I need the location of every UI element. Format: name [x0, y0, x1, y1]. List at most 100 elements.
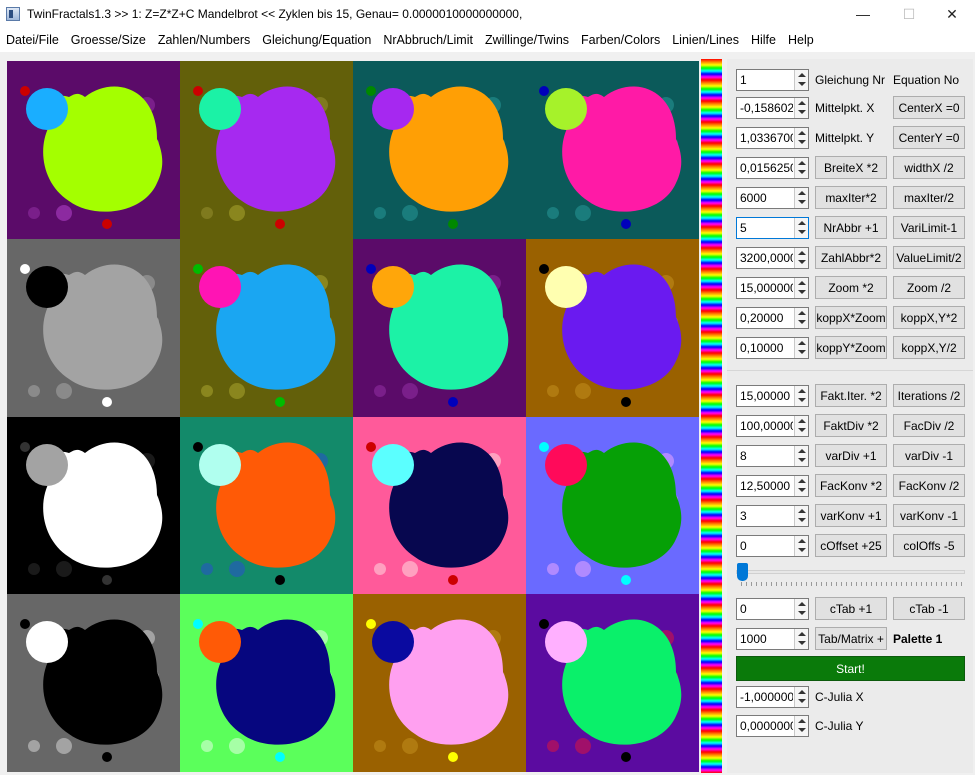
koppx-zoom-button[interactable]: koppX*Zoom — [815, 306, 887, 329]
fractal-canvas[interactable] — [7, 61, 699, 772]
coffset-plus-button[interactable]: cOffset +25 — [815, 534, 887, 557]
fractal-tile[interactable] — [526, 238, 699, 417]
maxiter-double-button[interactable]: maxIter*2 — [815, 186, 887, 209]
equation-spinbox[interactable]: 1 — [736, 69, 809, 91]
minimize-button[interactable]: — — [840, 0, 886, 28]
ctab-plus-button[interactable]: cTab +1 — [815, 597, 887, 620]
app-icon — [6, 7, 20, 21]
centery-zero-button[interactable]: CenterY =0 — [893, 126, 965, 149]
maximize-button[interactable]: ☐ — [886, 0, 932, 28]
close-button[interactable]: ✕ — [929, 0, 975, 28]
fractal-dot — [229, 382, 245, 399]
faktiter-spinbox[interactable]: 15,00000 — [736, 385, 809, 407]
menu-gleichung[interactable]: Gleichung/Equation — [256, 33, 377, 47]
nrabbr-plus-button[interactable]: NrAbbr +1 — [815, 216, 887, 239]
coffset-spinbox[interactable]: 0 — [736, 535, 809, 557]
fractal-tile[interactable] — [180, 238, 353, 417]
menu-groesse[interactable]: Groesse/Size — [65, 33, 152, 47]
faktdiv-double-button[interactable]: FaktDiv *2 — [815, 414, 887, 437]
centerx-spinbox[interactable]: -0,158602( — [736, 97, 809, 119]
tabmatrix-spinbox[interactable]: 1000 — [736, 628, 809, 650]
fractal-tile[interactable] — [180, 416, 353, 595]
menu-hilfe[interactable]: Hilfe — [745, 33, 782, 47]
maxiter-half-button[interactable]: maxIter/2 — [893, 186, 965, 209]
menu-zahlen[interactable]: Zahlen/Numbers — [152, 33, 256, 47]
fractal-dot — [56, 738, 72, 755]
menu-zwillinge[interactable]: Zwillinge/Twins — [479, 33, 575, 47]
iterations-half-button[interactable]: Iterations /2 — [893, 384, 965, 407]
ctab-minus-button[interactable]: cTab -1 — [893, 597, 965, 620]
fractal-tile[interactable] — [526, 61, 699, 239]
cjuliax-spinbox[interactable]: -1,000000( — [736, 686, 809, 708]
facdiv-half-button[interactable]: FacDiv /2 — [893, 414, 965, 437]
breitex-double-button[interactable]: BreiteX *2 — [815, 156, 887, 179]
fractal-dot — [547, 562, 559, 575]
vardiv-spinbox[interactable]: 8 — [736, 445, 809, 467]
fractal-tile[interactable] — [526, 594, 699, 772]
faktiter-double-button[interactable]: Fakt.Iter. *2 — [815, 384, 887, 407]
menu-nrabbruch[interactable]: NrAbbruch/Limit — [377, 33, 479, 47]
faktdiv-spinbox[interactable]: 100,00000 — [736, 415, 809, 437]
fackonv-half-button[interactable]: FacKonv /2 — [893, 474, 965, 497]
nrabbr-spinbox[interactable]: 5 — [736, 217, 809, 239]
centerx-zero-button[interactable]: CenterX =0 — [893, 96, 965, 119]
fractal-bulb — [545, 88, 587, 130]
fractal-tile[interactable] — [180, 61, 353, 239]
color-offset-slider-thumb[interactable] — [737, 563, 748, 581]
koppy-value: 0,10000 — [740, 341, 784, 355]
fackonv-double-button[interactable]: FacKonv *2 — [815, 474, 887, 497]
tabmatrix-plus-button[interactable]: Tab/Matrix + — [815, 627, 887, 650]
menu-datei[interactable]: Datei/File — [0, 33, 65, 47]
zahlabbr-value: 3200,00000 — [740, 251, 793, 265]
color-offset-slider-track[interactable] — [736, 570, 965, 574]
maxiter-spinbox[interactable]: 6000 — [736, 187, 809, 209]
tabmatrix-value: 1000 — [740, 632, 767, 646]
fractal-tile[interactable] — [7, 61, 180, 239]
vardiv-plus-button[interactable]: varDiv +1 — [815, 444, 887, 467]
koppy-spinbox[interactable]: 0,10000 — [736, 337, 809, 359]
fractal-tile[interactable] — [7, 238, 180, 417]
koppxy-half-button[interactable]: koppX,Y/2 — [893, 336, 965, 359]
zahlabbr-double-button[interactable]: ZahlAbbr*2 — [815, 246, 887, 269]
fractal-tile[interactable] — [353, 594, 526, 772]
fractal-dot — [193, 619, 203, 630]
widthx-half-button[interactable]: widthX /2 — [893, 156, 965, 179]
fractal-tile[interactable] — [7, 594, 180, 772]
coloffs-minus-button[interactable]: colOffs -5 — [893, 534, 965, 557]
koppx-spinbox[interactable]: 0,20000 — [736, 307, 809, 329]
valuelimit-half-button[interactable]: ValueLimit/2 — [893, 246, 965, 269]
ctab-spinbox[interactable]: 0 — [736, 598, 809, 620]
zoom-spinbox[interactable]: 15,000000 — [736, 277, 809, 299]
varilimit-minus-button[interactable]: VariLimit-1 — [893, 216, 965, 239]
varkonv-minus-button[interactable]: varKonv -1 — [893, 504, 965, 527]
vardiv-minus-button[interactable]: varDiv -1 — [893, 444, 965, 467]
koppxy-double-button[interactable]: koppX,Y*2 — [893, 306, 965, 329]
spin-arrows[interactable] — [794, 70, 808, 90]
fractal-tile[interactable] — [353, 416, 526, 595]
varkonv-plus-button[interactable]: varKonv +1 — [815, 504, 887, 527]
fractal-tile[interactable] — [7, 416, 180, 595]
cjuliay-spinbox[interactable]: 0,0000000( — [736, 715, 809, 737]
fractal-tile[interactable] — [353, 61, 526, 239]
fractal-tile[interactable] — [353, 238, 526, 417]
menu-help[interactable]: Help — [782, 33, 820, 47]
varkonv-spinbox[interactable]: 3 — [736, 505, 809, 527]
fractal-dot — [275, 752, 285, 763]
fractal-tile[interactable] — [180, 594, 353, 772]
menu-linien[interactable]: Linien/Lines — [666, 33, 745, 47]
fackonv-spinbox[interactable]: 12,50000 — [736, 475, 809, 497]
fractal-tile[interactable] — [526, 416, 699, 595]
start-button[interactable]: Start! — [736, 656, 965, 681]
zahlabbr-spinbox[interactable]: 3200,00000 — [736, 247, 809, 269]
fractal-dot — [448, 219, 458, 229]
zoom-half-button[interactable]: Zoom /2 — [893, 276, 965, 299]
centery-spinbox[interactable]: 1,0336700 — [736, 127, 809, 149]
fractal-dot — [20, 441, 30, 452]
zoom-double-button[interactable]: Zoom *2 — [815, 276, 887, 299]
menu-farben[interactable]: Farben/Colors — [575, 33, 666, 47]
fractal-bulb — [372, 443, 414, 486]
koppy-zoom-button[interactable]: koppY*Zoom — [815, 336, 887, 359]
fractal-dot — [28, 207, 40, 219]
width-spinbox[interactable]: 0,0156250 — [736, 157, 809, 179]
fractal-dot — [275, 396, 285, 407]
